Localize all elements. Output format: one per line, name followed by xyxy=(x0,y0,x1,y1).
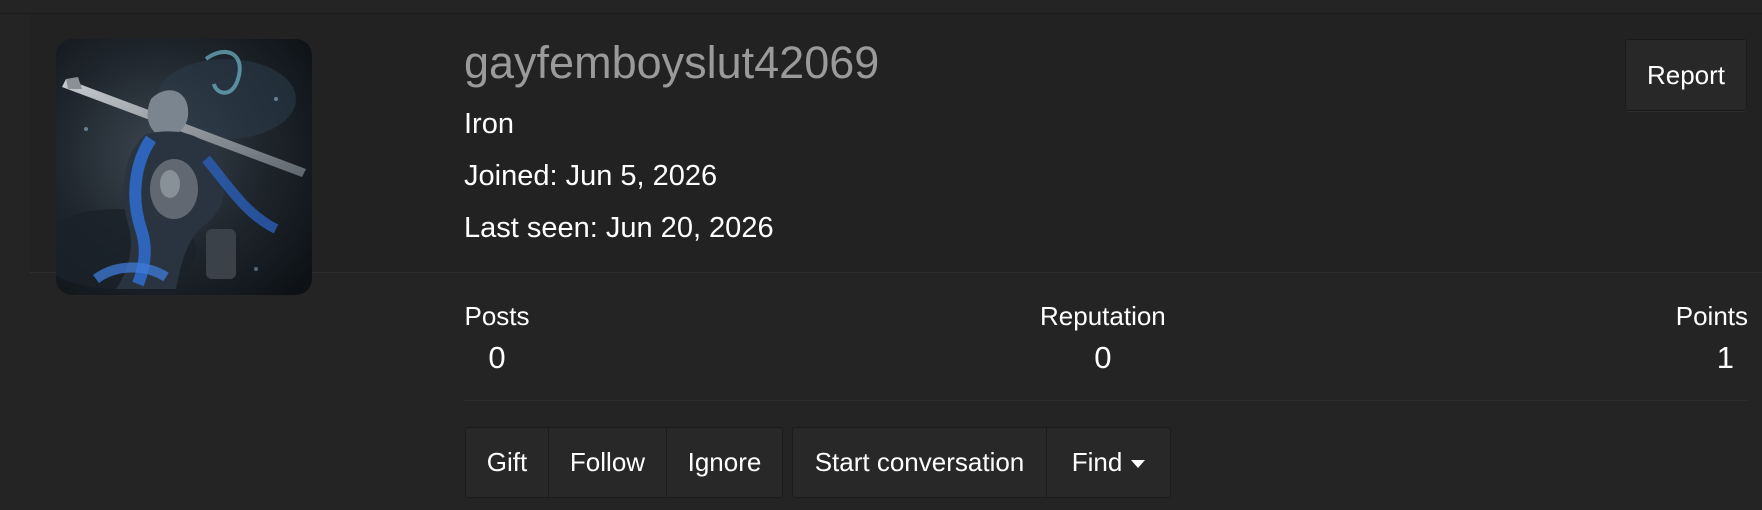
last-seen: Last seen: Jun 20, 2026 xyxy=(464,212,774,244)
username: gayfemboyslut42069 xyxy=(464,37,880,88)
stat-posts-label: Posts xyxy=(464,301,530,331)
start-conversation-button[interactable]: Start conversation xyxy=(793,428,1047,497)
member-actions-group: Gift Follow Ignore xyxy=(465,427,783,498)
profile-page: gayfemboyslut42069 Iron Joined: Jun 5, 2… xyxy=(0,0,1762,510)
user-rank: Iron xyxy=(464,108,514,140)
stat-reputation-value: 0 xyxy=(1094,340,1112,375)
caret-down-icon xyxy=(1131,460,1146,468)
stat-reputation-label: Reputation xyxy=(1040,301,1166,331)
joined-date: Joined: Jun 5, 2026 xyxy=(464,160,718,192)
stat-posts-value: 0 xyxy=(488,340,506,375)
find-dropdown-button[interactable]: Find xyxy=(1047,428,1170,497)
stat-points[interactable]: Points 1 xyxy=(1676,300,1748,378)
stat-reputation[interactable]: Reputation 0 xyxy=(1040,300,1166,378)
find-label: Find xyxy=(1071,447,1123,477)
stat-posts[interactable]: Posts 0 xyxy=(464,300,530,378)
avatar-image xyxy=(56,39,312,295)
stat-points-label: Points xyxy=(1675,301,1748,331)
ignore-button[interactable]: Ignore xyxy=(667,428,782,497)
stats-divider xyxy=(464,400,1747,401)
follow-button[interactable]: Follow xyxy=(549,428,667,497)
avatar[interactable] xyxy=(56,39,312,295)
conversation-actions-group: Start conversation Find xyxy=(792,427,1171,498)
report-button[interactable]: Report xyxy=(1625,39,1747,111)
stat-points-value: 1 xyxy=(1716,340,1734,375)
gift-button[interactable]: Gift xyxy=(466,428,549,497)
